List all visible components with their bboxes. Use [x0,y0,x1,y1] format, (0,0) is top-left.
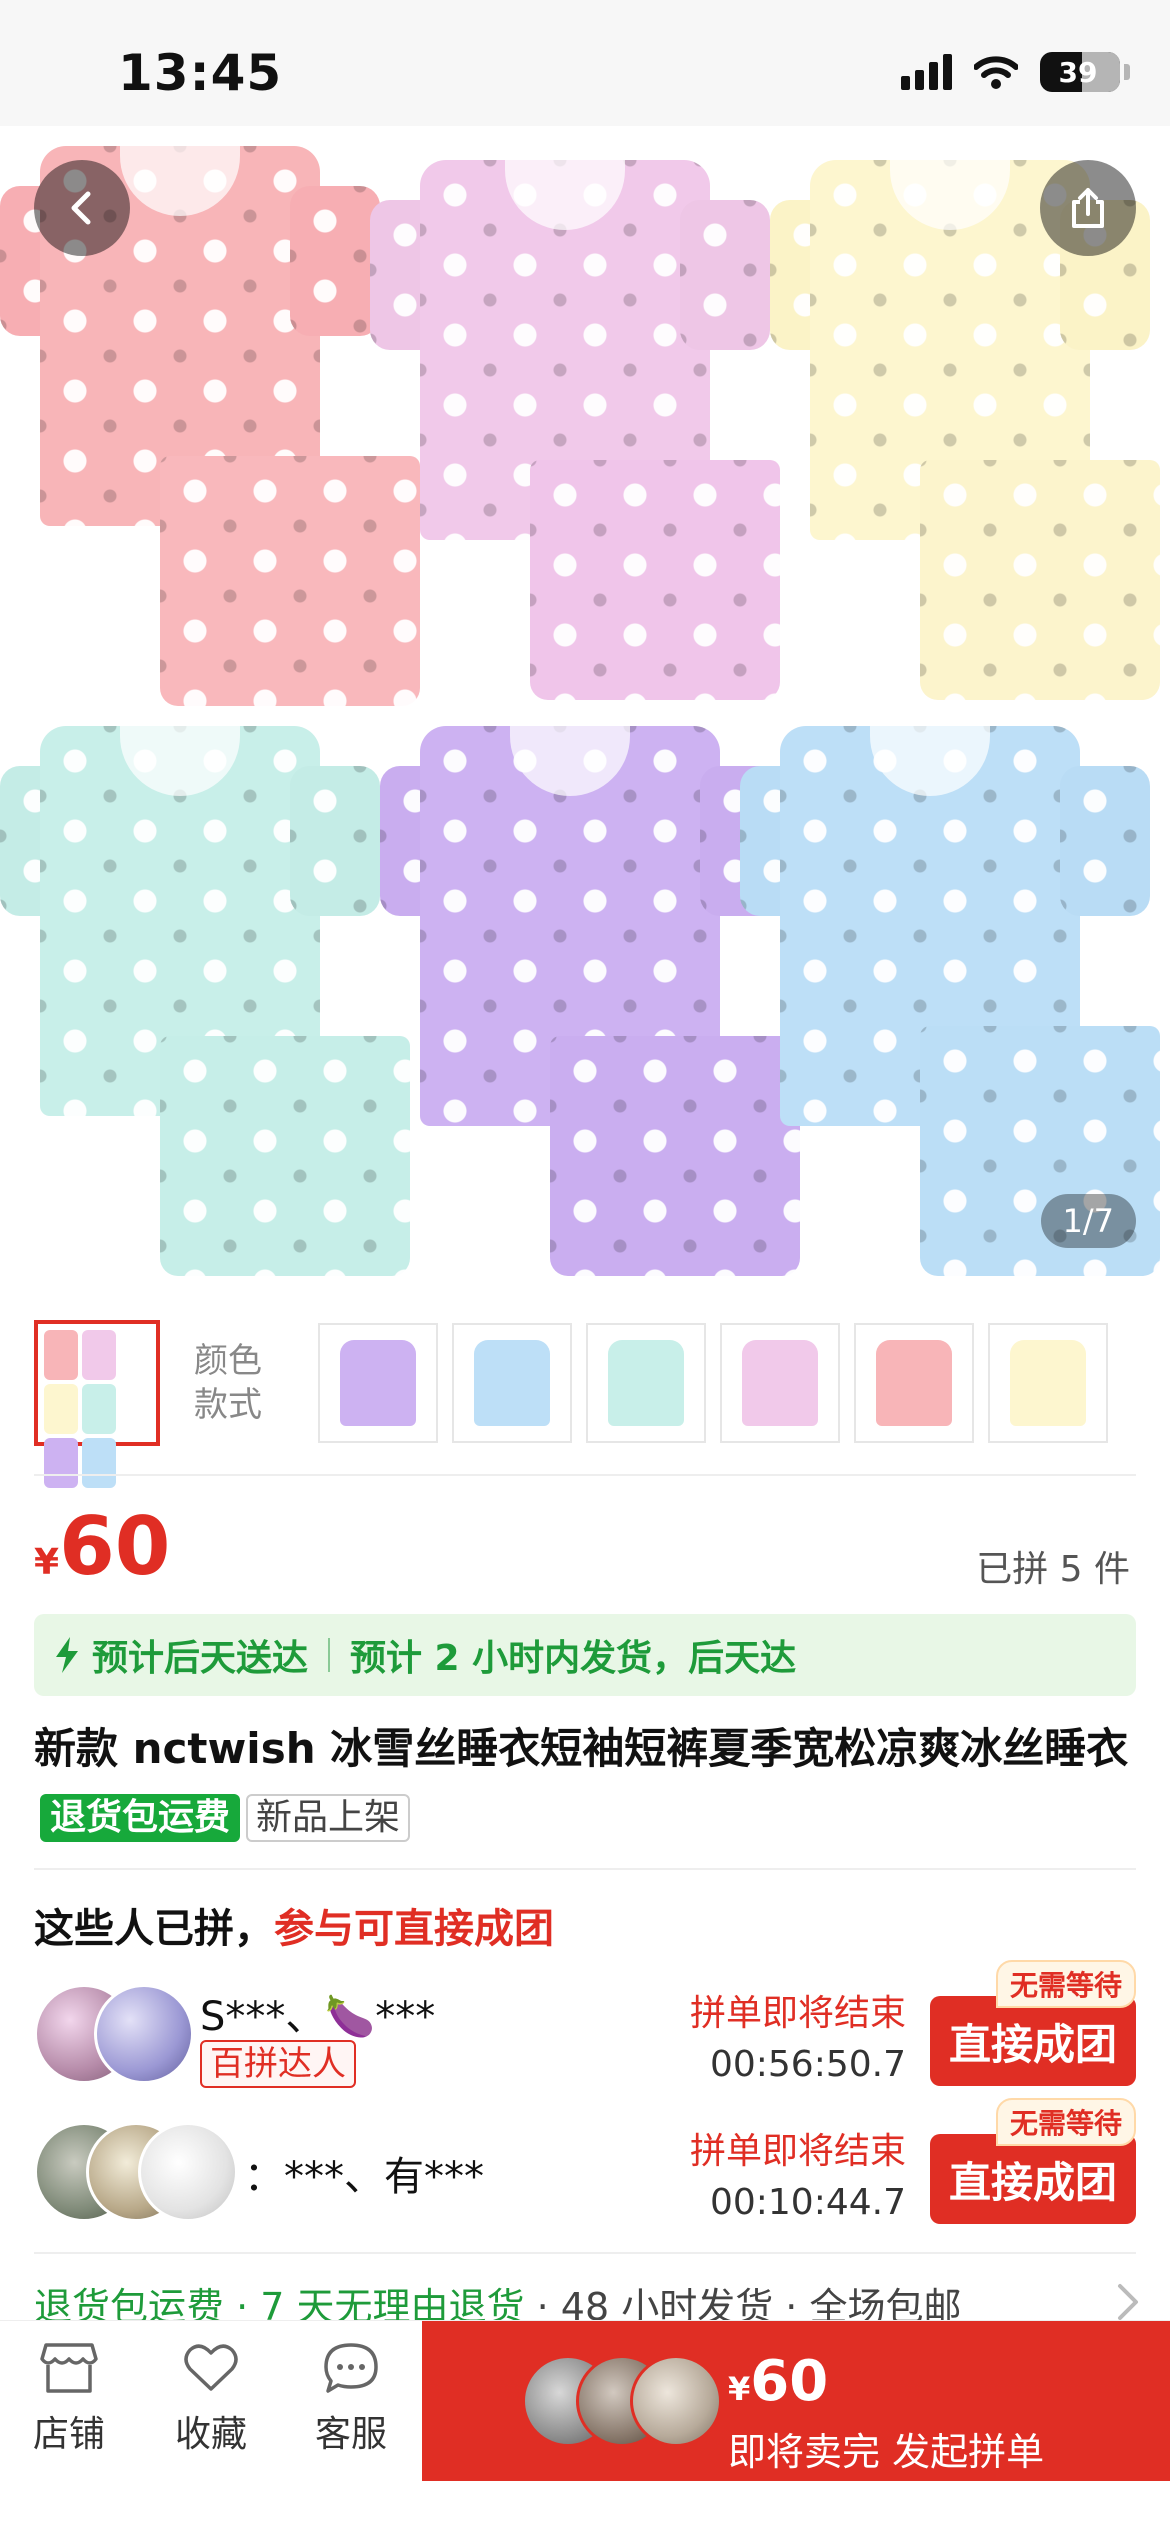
product-gallery[interactable]: 1/7 [0,126,1170,1296]
pajama-mint [0,726,410,1286]
favorite-button[interactable]: 收藏 [146,2341,276,2457]
sold-count: 已拼 5 件 [976,1549,1130,1590]
divider [34,1474,1136,1476]
price: ¥60 [34,1500,171,1593]
group-countdown: 00:10:44.7 [709,2182,906,2223]
buy-price: ¥60 [728,2349,829,2414]
thumb-mint[interactable] [586,1323,706,1443]
no-wait-tip: 无需等待 [995,1960,1136,2008]
group-ending-text: 拼单即将结束 [689,1993,906,2034]
start-group-buy-button[interactable]: ¥60 即将卖完 发起拼单 [422,2321,1170,2481]
chevron-right-icon [1118,2284,1138,2320]
bottom-action-bar: 店铺 收藏 客服 ¥60 即将卖完 发起拼单 [0,2320,1170,2532]
lightning-icon [56,1637,78,1673]
buy-label: 即将卖完 发起拼单 [728,2430,1045,2474]
group-members: ：***、有*** [244,2154,484,2200]
divider [34,1868,1136,1870]
status-time: 13:45 [118,44,283,102]
status-bar: 13:45 39 [0,0,1170,126]
group-heading: 这些人已拼，参与可直接成团 [34,1906,554,1952]
battery-icon: 39 [1040,52,1120,92]
delivery-banner[interactable]: 预计后天送达 预计 2 小时内发货，后天达 [34,1614,1136,1696]
share-icon [1072,188,1104,228]
delivery-ship: 预计 2 小时内发货，后天达 [350,1638,797,1679]
avatar [94,1984,194,2084]
group-ending-text: 拼单即将结束 [689,2131,906,2172]
thumb-blue[interactable] [452,1323,572,1443]
thumb-purple[interactable] [318,1323,438,1443]
thumb-lilac[interactable] [720,1323,840,1443]
product-title: 新款 nctwish 冰雪丝睡衣短袖短裤夏季宽松凉爽冰丝睡衣退货包运费 新品上架 [34,1716,1136,1848]
chevron-left-icon [71,191,91,225]
avatar-group [522,2355,722,2451]
pajama-lilac [370,160,780,700]
status-icons: 39 [901,52,1130,92]
group-row[interactable]: S***、🍆*** 百拼达人 拼单即将结束 00:56:50.7 直接成团 无需… [34,1960,1136,2096]
customer-service-button[interactable]: 客服 [286,2341,416,2457]
sku-label[interactable]: 颜色 款式 [174,1339,304,1427]
thumb-all-colors[interactable] [34,1320,160,1488]
store-button[interactable]: 店铺 [4,2341,134,2457]
thumb-yellow[interactable] [988,1323,1108,1443]
signal-icon [901,54,952,90]
group-members: S***、🍆*** [200,1994,436,2040]
join-group-button[interactable]: 直接成团 [930,1996,1136,2086]
thumb-pink[interactable] [854,1323,974,1443]
join-group-button[interactable]: 直接成团 [930,2134,1136,2224]
divider [34,2252,1136,2254]
group-row[interactable]: ：***、有*** 拼单即将结束 00:10:44.7 直接成团 无需等待 [34,2098,1136,2234]
badge-top-buyer: 百拼达人 [200,2040,356,2088]
tag-new: 新品上架 [246,1793,411,1842]
no-wait-tip: 无需等待 [995,2098,1136,2146]
back-button[interactable] [34,160,130,256]
wifi-icon [974,56,1018,89]
group-countdown: 00:56:50.7 [709,2044,906,2085]
heart-icon [184,2344,238,2391]
avatar-group [34,2122,238,2226]
share-button[interactable] [1040,160,1136,256]
avatar [630,2355,722,2447]
tag-return-shipping: 退货包运费 [40,1793,241,1842]
delivery-eta: 预计后天送达 [92,1638,309,1679]
pajama-purple [380,726,800,1286]
sku-thumbnails: 颜色 款式 [0,1318,1170,1488]
chat-icon [324,2343,378,2393]
battery-level: 39 [1058,55,1098,89]
store-icon [40,2343,98,2393]
avatar [138,2122,238,2222]
avatar-group [34,1984,204,2088]
image-counter: 1/7 [1040,1194,1136,1248]
